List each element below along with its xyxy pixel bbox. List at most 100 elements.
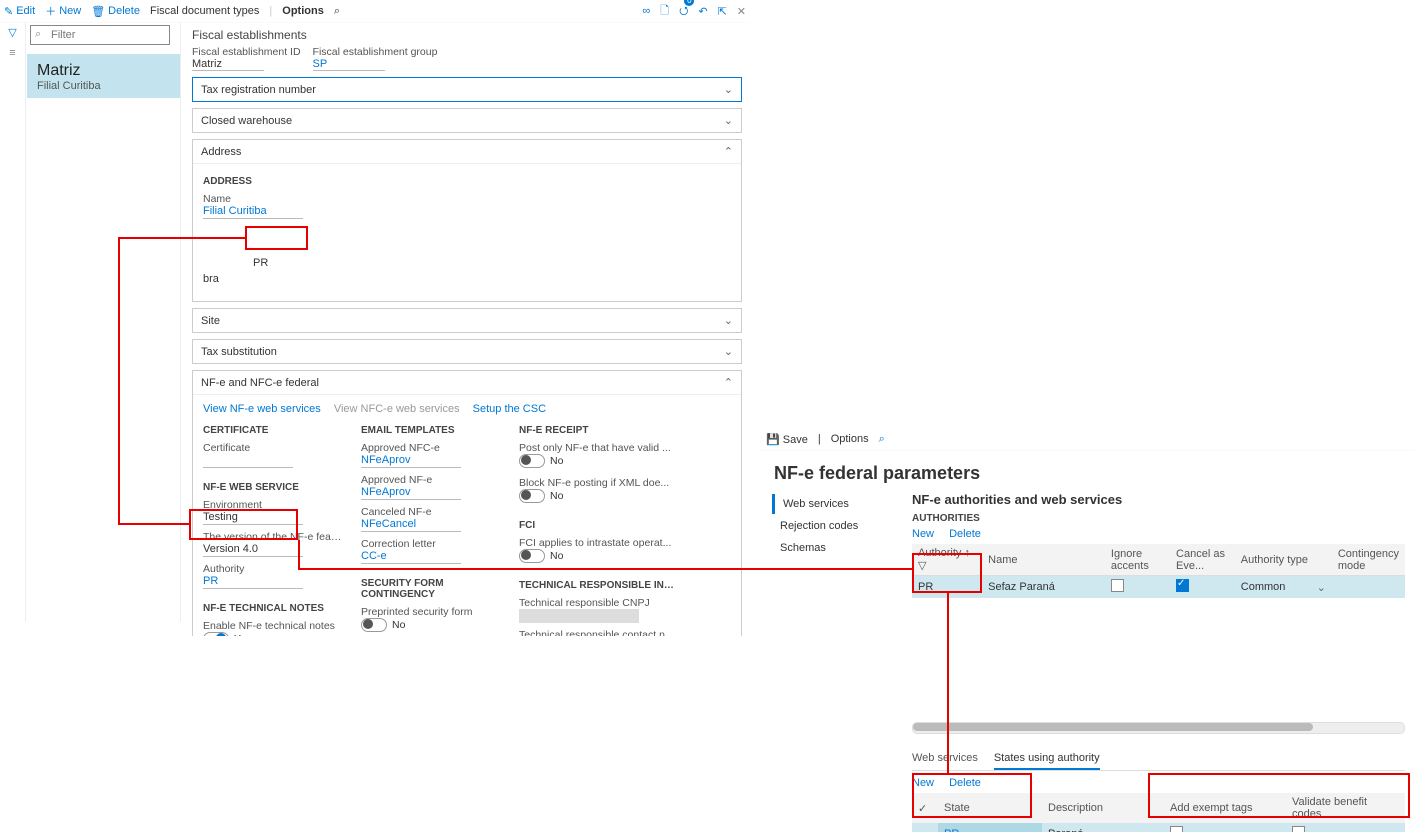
- tech-notes-toggle[interactable]: Yes: [203, 632, 251, 636]
- env-value[interactable]: Testing: [203, 511, 303, 525]
- authorities-header: AUTHORITIES: [912, 513, 1405, 524]
- link-view-nfce-ws[interactable]: View NFC-e web services: [334, 403, 460, 415]
- save-button[interactable]: 💾 Save: [766, 433, 808, 446]
- cell-ignore-accents[interactable]: [1105, 576, 1170, 599]
- th-checkbox[interactable]: ✓: [912, 793, 938, 823]
- link-setup-csc[interactable]: Setup the CSC: [473, 403, 546, 415]
- th-state[interactable]: State: [938, 793, 1042, 823]
- right-main: NF-e authorities and web services AUTHOR…: [912, 492, 1415, 832]
- attach-icon[interactable]: 🗋: [660, 2, 669, 21]
- authorities-row[interactable]: PR Sefaz Paraná Common ⌄: [912, 576, 1405, 599]
- tr-cnpj-field[interactable]: [519, 609, 639, 623]
- th-validate-benefit[interactable]: Validate benefit codes: [1286, 793, 1405, 823]
- fci-label: FCI applies to intrastate operat...: [519, 537, 679, 549]
- horizontal-scrollbar[interactable]: [912, 722, 1405, 734]
- section-site[interactable]: Site⌄: [192, 308, 742, 333]
- cell-row-select[interactable]: [912, 823, 938, 832]
- appr-nfce-value[interactable]: NFeAprov: [361, 454, 461, 468]
- filter-icon[interactable]: ▽: [0, 22, 25, 43]
- search-button-r[interactable]: ⌕: [879, 433, 885, 446]
- address-name-value[interactable]: Filial Curitiba: [203, 205, 303, 219]
- cell-cancel-event[interactable]: [1170, 576, 1235, 599]
- post-only-toggle[interactable]: No: [519, 454, 563, 468]
- side-item-web-services[interactable]: Web services: [772, 494, 912, 514]
- field-value-fid[interactable]: Matriz: [192, 58, 264, 71]
- list-filter-input[interactable]: [30, 25, 170, 45]
- scrollbar-thumb[interactable]: [913, 723, 1313, 731]
- appr-nfe-value[interactable]: NFeAprov: [361, 486, 461, 500]
- tab-states-using-authority[interactable]: States using authority: [994, 748, 1100, 770]
- toggle-off-icon: [519, 489, 545, 503]
- link-icon[interactable]: ∞: [642, 5, 650, 17]
- section-tax-registration[interactable]: Tax registration number ⌄: [192, 77, 742, 102]
- appr-nfce-label: Approved NFC-e: [361, 442, 501, 454]
- corr-letter-value[interactable]: CC-e: [361, 550, 461, 564]
- ver-value[interactable]: Version 4.0: [203, 543, 303, 557]
- side-item-schemas[interactable]: Schemas: [772, 538, 912, 558]
- checkbox-checked[interactable]: [1176, 579, 1189, 592]
- close-icon[interactable]: ✕: [737, 5, 746, 18]
- cell-state[interactable]: PR⌄: [938, 823, 1042, 832]
- fiscal-doc-types-button[interactable]: Fiscal document types: [150, 5, 259, 17]
- section-nfe-header[interactable]: NF-e and NFC-e federal ⌃: [193, 371, 741, 395]
- cell-authority-type[interactable]: Common ⌄: [1235, 576, 1332, 599]
- section-address: Address ⌃ ADDRESS Name Filial Curitiba P…: [192, 139, 742, 302]
- address-state: PR: [253, 257, 731, 269]
- certificate-label: Certificate: [203, 442, 343, 454]
- block-posting-toggle[interactable]: No: [519, 489, 563, 503]
- cell-description[interactable]: Paraná: [1042, 823, 1164, 832]
- check-icon: ✓: [918, 803, 927, 815]
- certificate-field[interactable]: [203, 454, 293, 468]
- new-link-2[interactable]: New: [912, 777, 934, 789]
- th-contingency[interactable]: Contingency mode: [1332, 544, 1405, 576]
- authority-label: Authority: [203, 563, 343, 575]
- section-closed-warehouse[interactable]: Closed warehouse ⌄: [192, 108, 742, 133]
- post-only-label: Post only NF-e that have valid ...: [519, 442, 679, 454]
- pop-out-icon[interactable]: ⇱: [718, 5, 727, 18]
- states-row[interactable]: PR⌄ Paraná: [912, 823, 1405, 832]
- search-button-top[interactable]: ⌕: [334, 5, 340, 18]
- entity-item-selected[interactable]: Matriz Filial Curitiba: [27, 54, 180, 98]
- delete-button[interactable]: 🗑 Delete: [91, 5, 140, 18]
- refresh-icon[interactable]: ⭯0: [679, 2, 688, 21]
- delete-link-2[interactable]: Delete: [949, 777, 981, 789]
- page-title-r: NF-e federal parameters: [774, 463, 1415, 484]
- fci-toggle[interactable]: No: [519, 549, 563, 563]
- section-tax-substitution[interactable]: Tax substitution⌄: [192, 339, 742, 364]
- th-authority-type[interactable]: Authority type: [1235, 544, 1332, 576]
- cell-authority[interactable]: PR: [912, 576, 982, 599]
- cell-add-exempt[interactable]: [1164, 823, 1286, 832]
- new-button[interactable]: ＋ New: [45, 3, 81, 19]
- undo-icon[interactable]: ↶: [698, 5, 707, 18]
- edit-label: Edit: [16, 5, 35, 17]
- preprinted-toggle[interactable]: No: [361, 618, 405, 632]
- options-button[interactable]: Options: [282, 5, 324, 17]
- new-link[interactable]: New: [912, 528, 934, 540]
- th-cancel-event[interactable]: Cancel as Eve...: [1170, 544, 1235, 576]
- th-description[interactable]: Description: [1042, 793, 1164, 823]
- side-item-rejection-codes[interactable]: Rejection codes: [772, 516, 912, 536]
- checkbox-unchecked[interactable]: [1111, 579, 1124, 592]
- cell-contingency[interactable]: [1332, 576, 1405, 599]
- cell-name[interactable]: Sefaz Paraná: [982, 576, 1105, 599]
- cell-validate-benefit[interactable]: [1286, 823, 1405, 832]
- authority-value[interactable]: PR: [203, 575, 303, 589]
- th-ignore-accents[interactable]: Ignore accents: [1105, 544, 1170, 576]
- canc-nfe-value[interactable]: NFeCancel: [361, 518, 461, 532]
- list-icon[interactable]: ≡: [0, 43, 25, 63]
- link-view-nfe-ws[interactable]: View NF-e web services: [203, 403, 321, 415]
- th-add-exempt[interactable]: Add exempt tags: [1164, 793, 1286, 823]
- th-name[interactable]: Name: [982, 544, 1105, 576]
- section-address-header[interactable]: Address ⌃: [193, 140, 741, 164]
- field-value-fgrp[interactable]: SP: [313, 58, 385, 71]
- th-authority[interactable]: Authority ↑ ▽: [912, 544, 982, 576]
- checkbox-unchecked[interactable]: [1292, 826, 1305, 832]
- delete-link[interactable]: Delete: [949, 528, 981, 540]
- sep: |: [818, 433, 821, 445]
- options-button-r[interactable]: Options: [831, 433, 869, 445]
- checkbox-unchecked[interactable]: [1170, 826, 1183, 832]
- tab-web-services[interactable]: Web services: [912, 748, 978, 770]
- entity-subtitle: Filial Curitiba: [37, 80, 170, 92]
- edit-button[interactable]: ✎ Edit: [4, 5, 35, 18]
- sort-asc-icon: ↑: [964, 547, 970, 559]
